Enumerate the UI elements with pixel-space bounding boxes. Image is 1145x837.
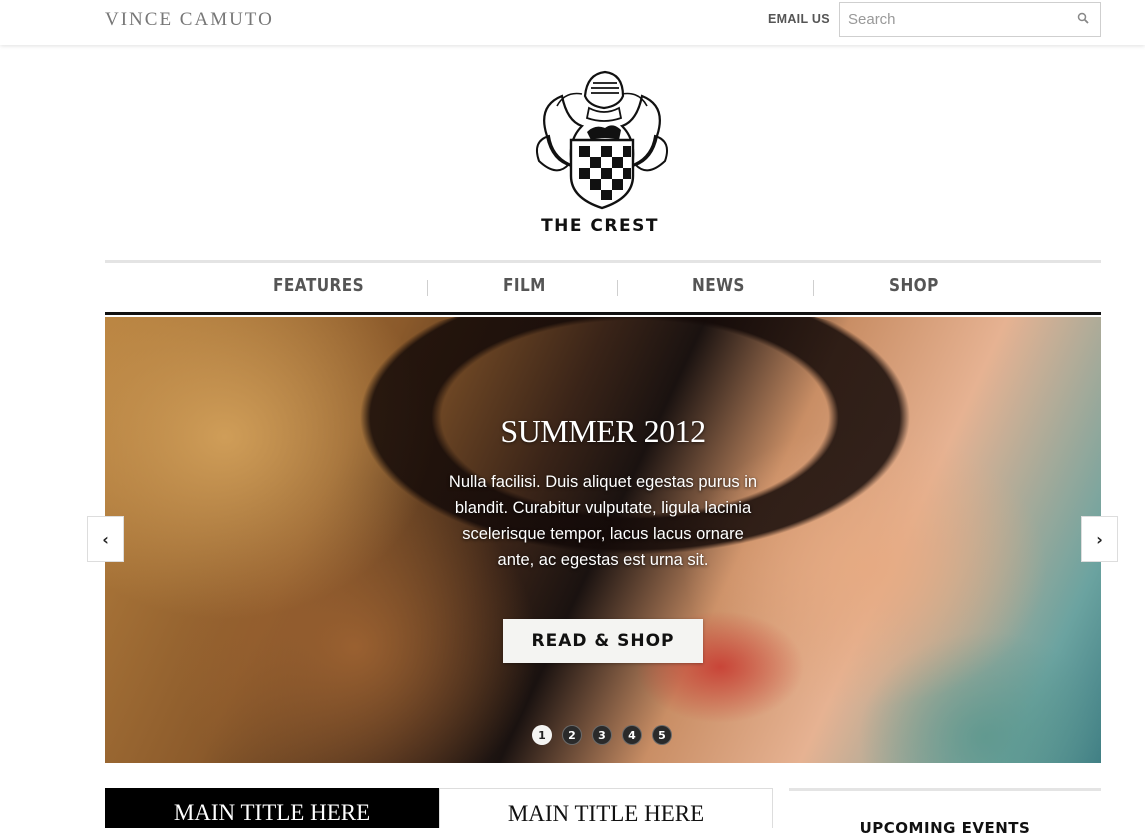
nav-divider [813,280,814,296]
pager-dot-2[interactable]: 2 [562,725,582,745]
nav-item-film[interactable]: FILM [503,275,546,296]
pager-dot-4[interactable]: 4 [622,725,642,745]
tab-main-title-2[interactable]: MAIN TITLE HERE [439,788,773,828]
crest-emblem [527,66,677,211]
nav-item-shop[interactable]: SHOP [889,275,939,296]
pager-dot-3[interactable]: 3 [592,725,612,745]
chevron-right-icon: › [1096,529,1103,549]
hero-title: SUMMER 2012 [500,413,706,449]
email-us-link[interactable]: EMAIL US [768,12,830,26]
top-bar: VINCE CAMUTO EMAIL US [0,0,1145,45]
main-nav: FEATURES FILM NEWS SHOP [105,260,1101,315]
slider-prev-button[interactable]: ‹ [87,516,124,562]
pager-dot-1[interactable]: 1 [532,725,552,745]
tab-main-title-1[interactable]: MAIN TITLE HERE [105,788,439,828]
search-box [839,2,1101,37]
upcoming-events-panel: UPCOMING EVENTS [789,788,1101,837]
hero-description: Nulla facilisi. Duis aliquet egestas pur… [448,473,758,569]
search-button[interactable] [1066,3,1100,36]
read-and-shop-button[interactable]: READ & SHOP [503,619,703,663]
crest-title: THE CREST [541,216,659,236]
search-input[interactable] [840,3,1070,36]
upcoming-events-title: UPCOMING EVENTS [859,819,1031,837]
hero-slider: SUMMER 2012 Nulla facilisi. Duis aliquet… [105,317,1101,763]
nav-item-features[interactable]: FEATURES [273,275,364,296]
brand-logo[interactable]: VINCE CAMUTO [105,9,274,31]
nav-divider [617,280,618,296]
nav-divider [427,280,428,296]
slider-next-button[interactable]: › [1081,516,1118,562]
search-icon [1077,11,1089,29]
chevron-left-icon: ‹ [102,529,109,549]
nav-item-news[interactable]: NEWS [692,275,745,296]
pager-dot-5[interactable]: 5 [652,725,672,745]
slider-pager: 1 2 3 4 5 [532,725,672,745]
